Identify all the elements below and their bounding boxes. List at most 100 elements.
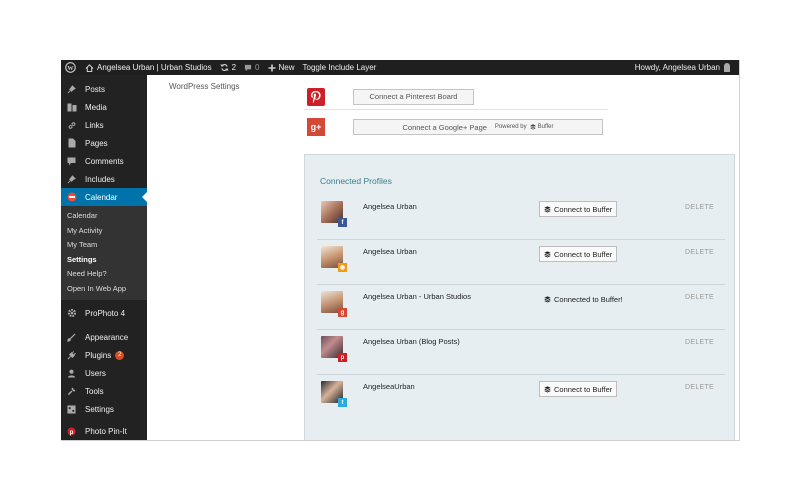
sidebar-item-appearance[interactable]: Appearance — [61, 328, 147, 346]
sidebar-item-media[interactable]: Media — [61, 98, 147, 116]
buffer-icon — [529, 124, 536, 130]
calendar-icon — [66, 192, 77, 202]
site-name-label: Angelsea Urban | Urban Studios — [97, 63, 212, 72]
sidebar-item-photo-pin-it[interactable]: p Photo Pin-It — [61, 422, 147, 440]
pin-icon — [66, 84, 77, 94]
submenu-item-need-help[interactable]: Need Help? — [61, 267, 147, 282]
sidebar-item-label: Users — [85, 368, 106, 378]
delete-link[interactable]: DELETE — [685, 249, 714, 256]
connect-to-buffer-button[interactable]: Connect to Buffer — [539, 381, 618, 397]
comment-icon — [244, 64, 252, 71]
comments-link[interactable]: 0 — [244, 63, 260, 72]
plug-icon — [66, 350, 77, 360]
sidebar-item-label: Tools — [85, 386, 104, 396]
delete-link[interactable]: DELETE — [685, 339, 714, 346]
sidebar-item-posts[interactable]: Posts — [61, 80, 147, 98]
twitter-icon: t — [338, 398, 347, 407]
svg-text:p: p — [70, 428, 74, 435]
profile-row: t AngelseaUrban Connect to Buffer DELETE — [317, 375, 725, 420]
my-account-link[interactable]: Howdy, Angelsea Urban — [635, 60, 730, 75]
sidebar-item-label: ProPhoto 4 — [85, 308, 126, 318]
site-name-link[interactable]: Angelsea Urban | Urban Studios — [85, 63, 212, 72]
admin-bar: W Angelsea Urban | Urban Studios 2 0 New… — [61, 60, 739, 75]
submenu-item-settings[interactable]: Settings — [61, 253, 147, 268]
submenu-item-open-in-web-app[interactable]: Open In Web App — [61, 282, 147, 297]
pinterest-icon — [307, 87, 325, 106]
sidebar-item-label: Comments — [85, 156, 124, 166]
connect-google-plus-label: Connect a Google+ Page — [402, 122, 487, 132]
comments-count: 0 — [255, 63, 260, 72]
pinterest-icon: p — [338, 353, 347, 362]
sidebar-item-plugins[interactable]: Plugins 2 — [61, 346, 147, 364]
sidebar-item-label: Appearance — [85, 332, 129, 342]
profile-row: g Angelsea Urban - Urban Studios Connect… — [317, 285, 725, 330]
sidebar-item-prophoto[interactable]: ProPhoto 4 — [61, 304, 147, 322]
new-label: New — [278, 63, 295, 72]
sidebar-item-tools[interactable]: Tools — [61, 382, 147, 400]
sidebar-item-comments[interactable]: Comments — [61, 152, 147, 170]
connect-to-buffer-label: Connect to Buffer — [554, 204, 613, 214]
sidebar-item-label: Photo Pin-It — [85, 426, 127, 436]
sidebar-item-includes[interactable]: Includes — [61, 170, 147, 188]
pinterest-connect-row: Connect a Pinterest Board — [304, 84, 608, 110]
pin-icon — [66, 174, 77, 184]
panel-title: Connected Profiles — [320, 176, 392, 186]
media-icon — [66, 102, 77, 112]
sidebar-item-settings[interactable]: Settings — [61, 400, 147, 418]
link-icon — [66, 120, 77, 130]
toggle-include-layer-link[interactable]: Toggle Include Layer — [303, 63, 377, 72]
google-plus-icon: g+ — [307, 118, 325, 136]
connect-to-buffer-label: Connect to Buffer — [554, 384, 613, 394]
profile-row: f Angelsea Urban Connect to Buffer DELET… — [317, 195, 725, 240]
browser-frame: W Angelsea Urban | Urban Studios 2 0 New… — [61, 60, 740, 441]
connect-pinterest-board-button[interactable]: Connect a Pinterest Board — [353, 88, 474, 105]
avatar: g — [321, 291, 347, 317]
profile-name: Angelsea Urban - Urban Studios — [363, 292, 471, 301]
sidebar-item-label: Posts — [85, 84, 106, 94]
delete-link[interactable]: DELETE — [685, 384, 714, 391]
buffer-brand-label: Buffer — [537, 124, 554, 130]
sidebar-item-users[interactable]: Users — [61, 364, 147, 382]
updates-link[interactable]: 2 — [220, 63, 236, 72]
submenu-item-my-team[interactable]: My Team — [61, 238, 147, 253]
new-content-link[interactable]: New — [268, 63, 295, 72]
wordpress-settings-link[interactable]: WordPress Settings — [169, 82, 240, 91]
sidebar-item-label: Links — [85, 120, 104, 130]
powered-by-label: Powered by — [494, 124, 527, 130]
buffer-icon — [544, 295, 551, 303]
submenu-item-calendar[interactable]: Calendar — [61, 209, 147, 224]
admin-sidebar: Posts Media Links Pages Comments Include… — [61, 75, 147, 440]
gear-icon — [66, 308, 77, 318]
submenu-item-my-activity[interactable]: My Activity — [61, 224, 147, 239]
sidebar-item-pages[interactable]: Pages — [61, 134, 147, 152]
pinterest-icon: p — [66, 426, 77, 436]
connect-to-buffer-button[interactable]: Connect to Buffer — [539, 246, 618, 262]
avatar: t — [321, 381, 347, 407]
delete-link[interactable]: DELETE — [685, 204, 714, 211]
user-icon — [66, 368, 77, 378]
profile-name: Angelsea Urban — [363, 202, 417, 211]
avatar: f — [321, 201, 347, 227]
howdy-label: Howdy, Angelsea Urban — [634, 63, 720, 72]
comment-icon — [66, 156, 77, 166]
connected-profiles-panel: Connected Profiles f Angelsea Urban Conn… — [304, 154, 735, 440]
page-icon — [66, 138, 77, 148]
facebook-icon: f — [338, 218, 347, 227]
sidebar-item-label: Calendar — [85, 192, 118, 202]
user-avatar-icon — [724, 63, 730, 72]
sidebar-item-label: Pages — [85, 138, 108, 148]
updates-icon — [220, 63, 229, 72]
sidebar-item-calendar[interactable]: Calendar — [61, 188, 147, 206]
avatar: ◉ — [321, 246, 347, 272]
wordpress-logo-icon[interactable]: W — [61, 62, 79, 73]
buffer-icon — [544, 385, 551, 393]
plus-icon — [268, 64, 275, 71]
delete-link[interactable]: DELETE — [685, 294, 714, 301]
connect-google-plus-page-button[interactable]: Connect a Google+ Page Powered by Buffer — [353, 119, 603, 135]
buffer-icon — [544, 250, 551, 258]
home-icon — [85, 63, 94, 72]
connect-to-buffer-label: Connect to Buffer — [554, 249, 613, 259]
sidebar-item-links[interactable]: Links — [61, 116, 147, 134]
connect-to-buffer-button[interactable]: Connect to Buffer — [539, 201, 618, 217]
sidebar-item-label: Includes — [85, 174, 115, 184]
